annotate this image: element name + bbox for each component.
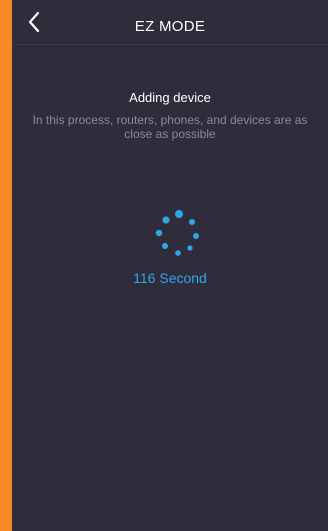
adding-device-heading: Adding device bbox=[129, 90, 211, 105]
countdown-timer: 116 Second bbox=[133, 270, 207, 286]
instruction-text: In this process, routers, phones, and de… bbox=[32, 113, 308, 141]
app-screen: EZ MODE Adding device In this process, r… bbox=[12, 0, 328, 531]
page-title: EZ MODE bbox=[134, 18, 206, 35]
nav-bar: EZ MODE bbox=[12, 0, 328, 45]
loading-spinner-icon bbox=[155, 210, 199, 256]
